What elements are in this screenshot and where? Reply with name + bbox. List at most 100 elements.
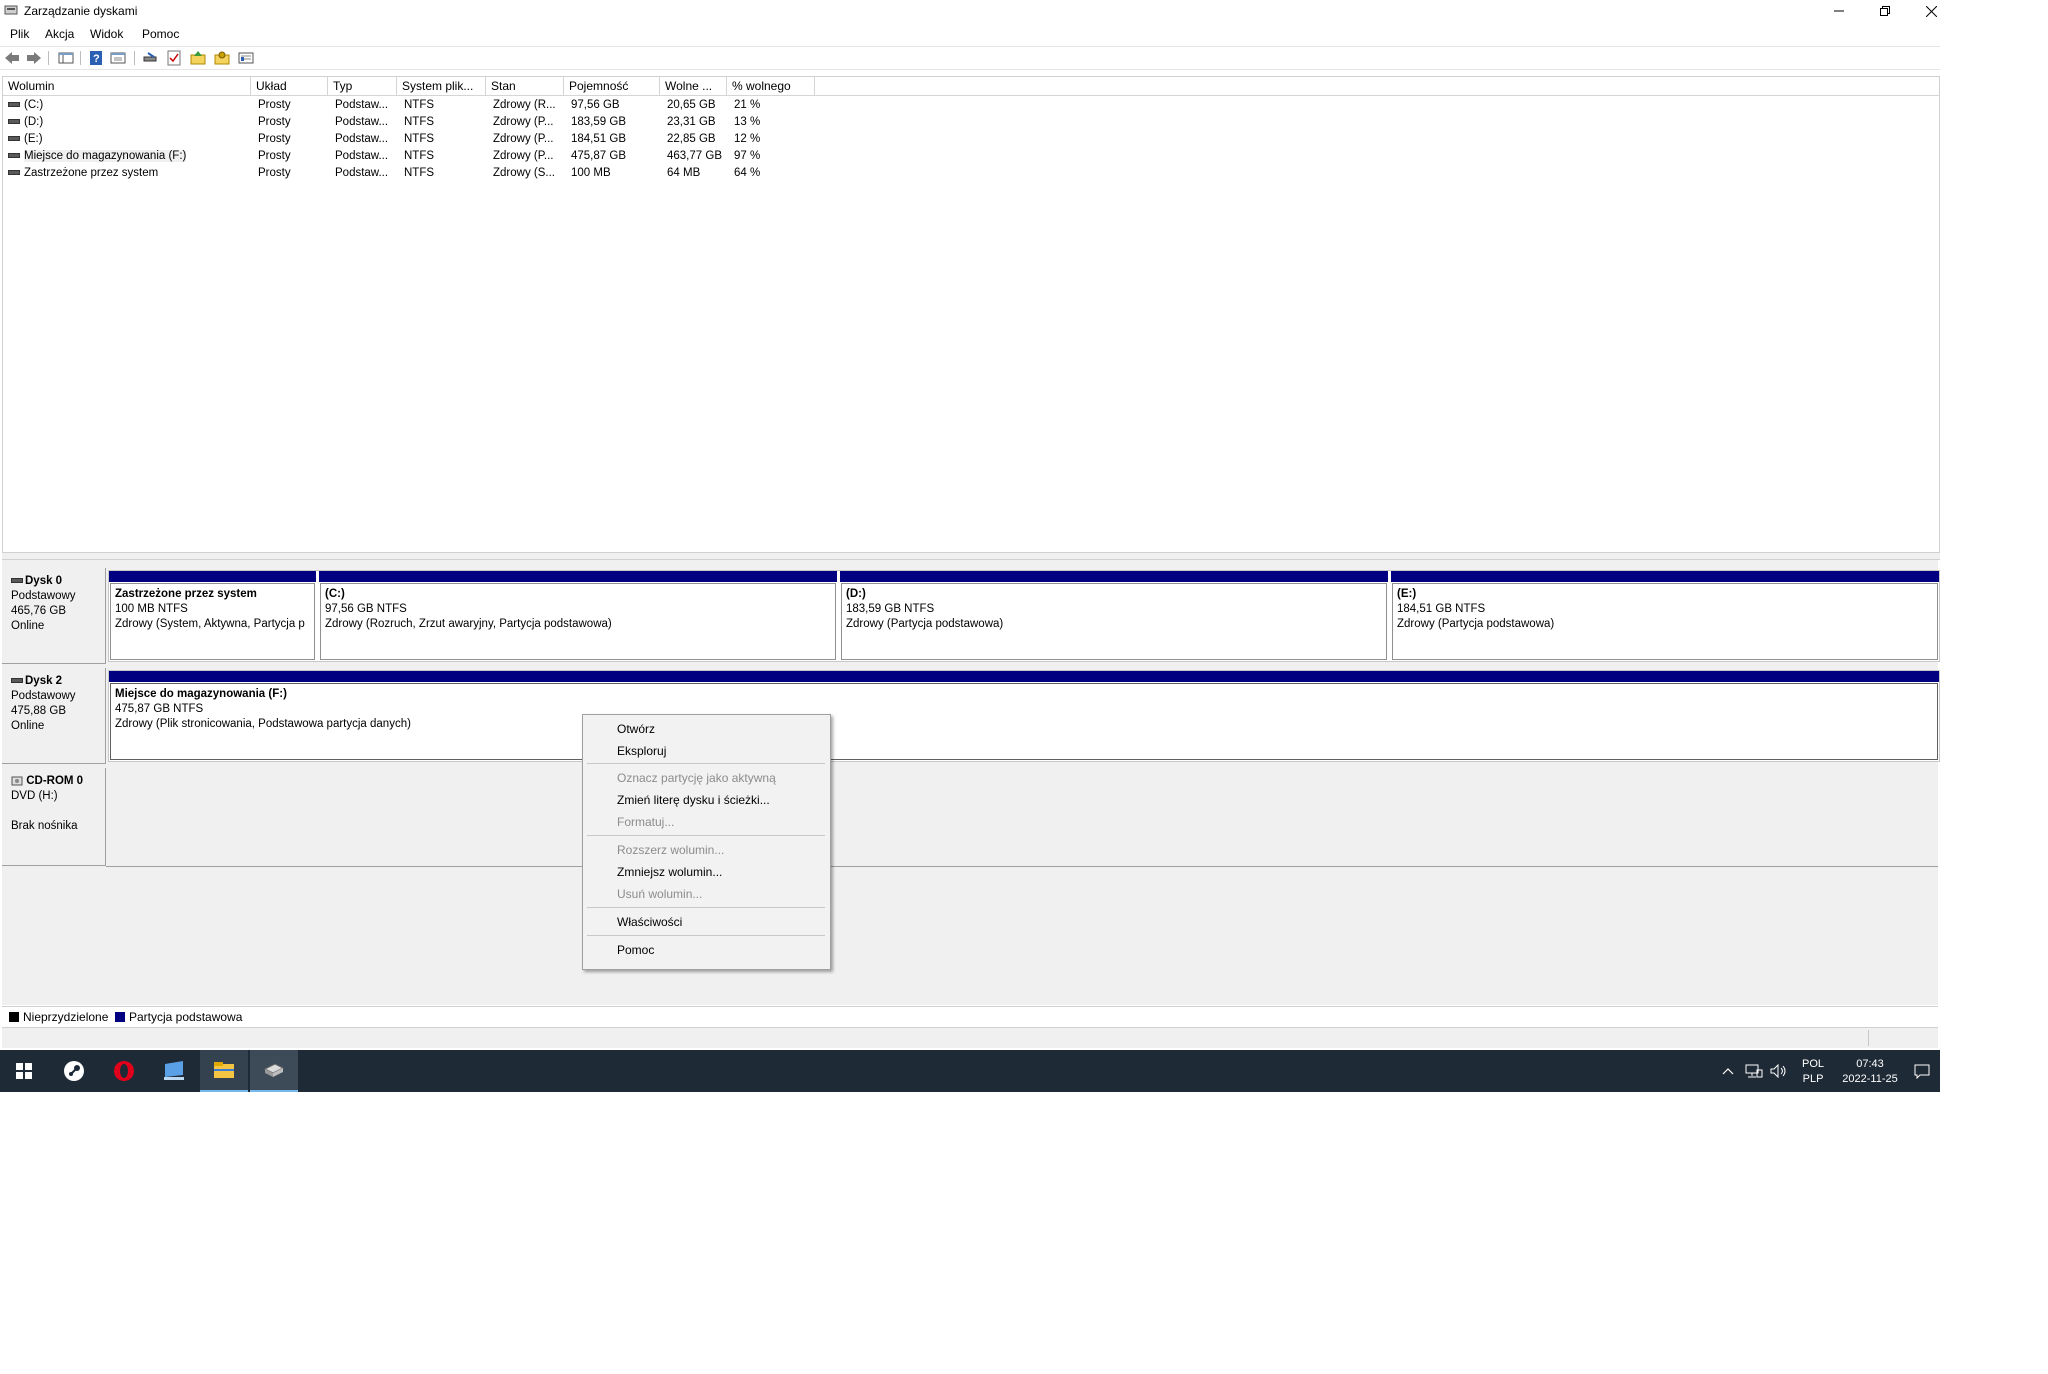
taskbar-remote-desktop[interactable] bbox=[150, 1050, 198, 1092]
taskbar-disk-management[interactable] bbox=[250, 1050, 298, 1092]
percent-free-cell: 13 % bbox=[734, 116, 761, 128]
partition-body: (C:) 97,56 GB NTFS Zdrowy (Rozruch, Zrzu… bbox=[320, 583, 836, 660]
disk-0-label[interactable]: Dysk 0 Podstawowy 465,76 GB Online bbox=[2, 568, 106, 664]
table-row[interactable]: (D:) Prosty Podstaw... NTFS Zdrowy (P...… bbox=[3, 114, 1939, 131]
close-button[interactable] bbox=[1908, 0, 1954, 22]
pane-splitter[interactable] bbox=[2, 553, 1940, 560]
folder-icon bbox=[214, 1062, 234, 1078]
column-header-capacity[interactable]: Pojemność bbox=[564, 77, 660, 95]
list-options-icon bbox=[238, 52, 254, 64]
chevron-up-icon[interactable] bbox=[1722, 1066, 1734, 1076]
menu-plik[interactable]: Plik bbox=[10, 27, 29, 41]
start-button[interactable] bbox=[0, 1050, 48, 1092]
disk-2-label[interactable]: Dysk 2 Podstawowy 475,88 GB Online bbox=[2, 668, 106, 764]
disk-name: CD-ROM 0 bbox=[26, 775, 84, 787]
free-cell: 22,85 GB bbox=[667, 133, 716, 145]
cdrom-0-label[interactable]: CD-ROM 0 DVD (H:) Brak nośnika bbox=[2, 768, 106, 866]
show-hide-console-tree-button[interactable] bbox=[58, 50, 74, 66]
menu-item-help[interactable]: Pomoc bbox=[617, 943, 654, 957]
help-button[interactable]: ? bbox=[88, 50, 104, 66]
menu-item-properties[interactable]: Właściwości bbox=[617, 915, 682, 929]
add-folder-button[interactable] bbox=[190, 50, 206, 66]
partition-e[interactable]: (E:) 184,51 GB NTFS Zdrowy (Partycja pod… bbox=[1391, 571, 1939, 661]
clock-time: 07:43 bbox=[1856, 1058, 1884, 1070]
partition-size: 183,59 GB NTFS bbox=[846, 603, 935, 615]
restore-button[interactable] bbox=[1862, 0, 1908, 22]
menu-widok[interactable]: Widok bbox=[90, 27, 123, 41]
menu-item-explore[interactable]: Eksploruj bbox=[617, 744, 666, 758]
check-button[interactable] bbox=[166, 50, 182, 66]
back-button[interactable] bbox=[4, 50, 20, 66]
partition-size: 97,56 GB NTFS bbox=[325, 603, 407, 615]
table-row[interactable]: Zastrzeżone przez system Prosty Podstaw.… bbox=[3, 165, 1939, 182]
volume-name: (E:) bbox=[24, 133, 43, 145]
menu-akcja[interactable]: Akcja bbox=[45, 27, 74, 41]
column-header-free[interactable]: Wolne ... bbox=[660, 77, 727, 95]
layout-cell: Prosty bbox=[258, 150, 291, 162]
partition-type-bar bbox=[109, 671, 1939, 682]
partition-size: 475,87 GB NTFS bbox=[115, 703, 204, 715]
taskbar-steam[interactable] bbox=[50, 1050, 98, 1092]
partition-status: Zdrowy (System, Aktywna, Partycja p bbox=[115, 618, 305, 630]
table-row[interactable]: (C:) Prosty Podstaw... NTFS Zdrowy (R...… bbox=[3, 97, 1939, 114]
forward-button[interactable] bbox=[26, 50, 42, 66]
minimize-button[interactable] bbox=[1816, 0, 1862, 22]
folder-key-icon bbox=[214, 51, 230, 65]
toolbar-separator bbox=[80, 51, 81, 65]
column-header-filesystem[interactable]: System plik... bbox=[397, 77, 486, 95]
connect-disk-button[interactable] bbox=[142, 50, 158, 66]
status-separator bbox=[1868, 1030, 1869, 1046]
column-header-volume[interactable]: Wolumin bbox=[3, 77, 251, 95]
input-language-indicator[interactable]: POL PLP bbox=[1802, 1057, 1824, 1087]
column-header-status[interactable]: Stan bbox=[486, 77, 564, 95]
partition-name: Zastrzeżone przez system bbox=[115, 588, 257, 600]
partition-body: Zastrzeżone przez system 100 MB NTFS Zdr… bbox=[110, 583, 315, 660]
disk-type: Podstawowy bbox=[11, 690, 76, 702]
volume-icon bbox=[8, 136, 20, 142]
menu-item-change-drive-letter[interactable]: Zmień literę dysku i ścieżki... bbox=[617, 793, 770, 807]
table-row[interactable]: (E:) Prosty Podstaw... NTFS Zdrowy (P...… bbox=[3, 131, 1939, 148]
menu-item-delete-volume: Usuń wolumin... bbox=[617, 887, 703, 901]
status-cell: Zdrowy (R... bbox=[493, 99, 556, 111]
disk-graphical-view: Dysk 0 Podstawowy 465,76 GB Online Zastr… bbox=[2, 560, 1940, 1005]
context-menu: Otwórz Eksploruj Oznacz partycję jako ak… bbox=[582, 714, 831, 970]
menu-separator bbox=[587, 907, 825, 908]
table-row[interactable]: Miejsce do magazynowania (F:) Prosty Pod… bbox=[3, 148, 1939, 165]
volume-speaker-icon[interactable] bbox=[1770, 1064, 1788, 1078]
partition-c[interactable]: (C:) 97,56 GB NTFS Zdrowy (Rozruch, Zrzu… bbox=[319, 571, 840, 661]
disk-type: DVD (H:) bbox=[11, 790, 58, 802]
percent-free-cell: 12 % bbox=[734, 133, 761, 145]
menu-item-shrink-volume[interactable]: Zmniejsz wolumin... bbox=[617, 865, 722, 879]
taskbar-opera[interactable] bbox=[100, 1050, 148, 1092]
disk-status: Online bbox=[11, 720, 45, 732]
partition-d[interactable]: (D:) 183,59 GB NTFS Zdrowy (Partycja pod… bbox=[840, 571, 1391, 661]
clock[interactable]: 07:43 2022-11-25 bbox=[1838, 1057, 1902, 1087]
folder-key-button[interactable] bbox=[214, 50, 230, 66]
menu-pomoc[interactable]: Pomoc bbox=[142, 27, 179, 41]
column-header-percent-free[interactable]: % wolnego bbox=[727, 77, 815, 95]
layout-cell: Prosty bbox=[258, 116, 291, 128]
notification-center-icon[interactable] bbox=[1914, 1064, 1930, 1079]
network-icon[interactable] bbox=[1745, 1064, 1763, 1078]
taskbar-file-explorer[interactable] bbox=[200, 1050, 248, 1092]
partition-f[interactable]: Miejsce do magazynowania (F:) 475,87 GB … bbox=[109, 671, 1939, 761]
column-header-layout[interactable]: Układ bbox=[251, 77, 328, 95]
partition-status: Zdrowy (Partycja podstawowa) bbox=[1397, 618, 1555, 630]
menu-item-mark-active: Oznacz partycję jako aktywną bbox=[617, 771, 776, 785]
partition-size: 100 MB NTFS bbox=[115, 603, 188, 615]
disk-0-partitions: Zastrzeżone przez system 100 MB NTFS Zdr… bbox=[108, 570, 1940, 662]
language-code: POL bbox=[1802, 1058, 1825, 1070]
partition-name: Miejsce do magazynowania (F:) bbox=[115, 688, 287, 700]
type-cell: Podstaw... bbox=[335, 99, 389, 111]
column-header-type[interactable]: Typ bbox=[328, 77, 397, 95]
volume-name: Miejsce do magazynowania (F:) bbox=[24, 150, 187, 162]
folder-up-icon bbox=[190, 51, 206, 65]
partition-system-reserved[interactable]: Zastrzeżone przez system 100 MB NTFS Zdr… bbox=[109, 571, 319, 661]
free-cell: 20,65 GB bbox=[667, 99, 716, 111]
percent-free-cell: 21 % bbox=[734, 99, 761, 111]
partition-size: 184,51 GB NTFS bbox=[1397, 603, 1486, 615]
properties-view-button[interactable] bbox=[110, 50, 126, 66]
disk-status: Brak nośnika bbox=[11, 820, 78, 832]
options-button[interactable] bbox=[238, 50, 254, 66]
menu-item-open[interactable]: Otwórz bbox=[617, 722, 655, 736]
